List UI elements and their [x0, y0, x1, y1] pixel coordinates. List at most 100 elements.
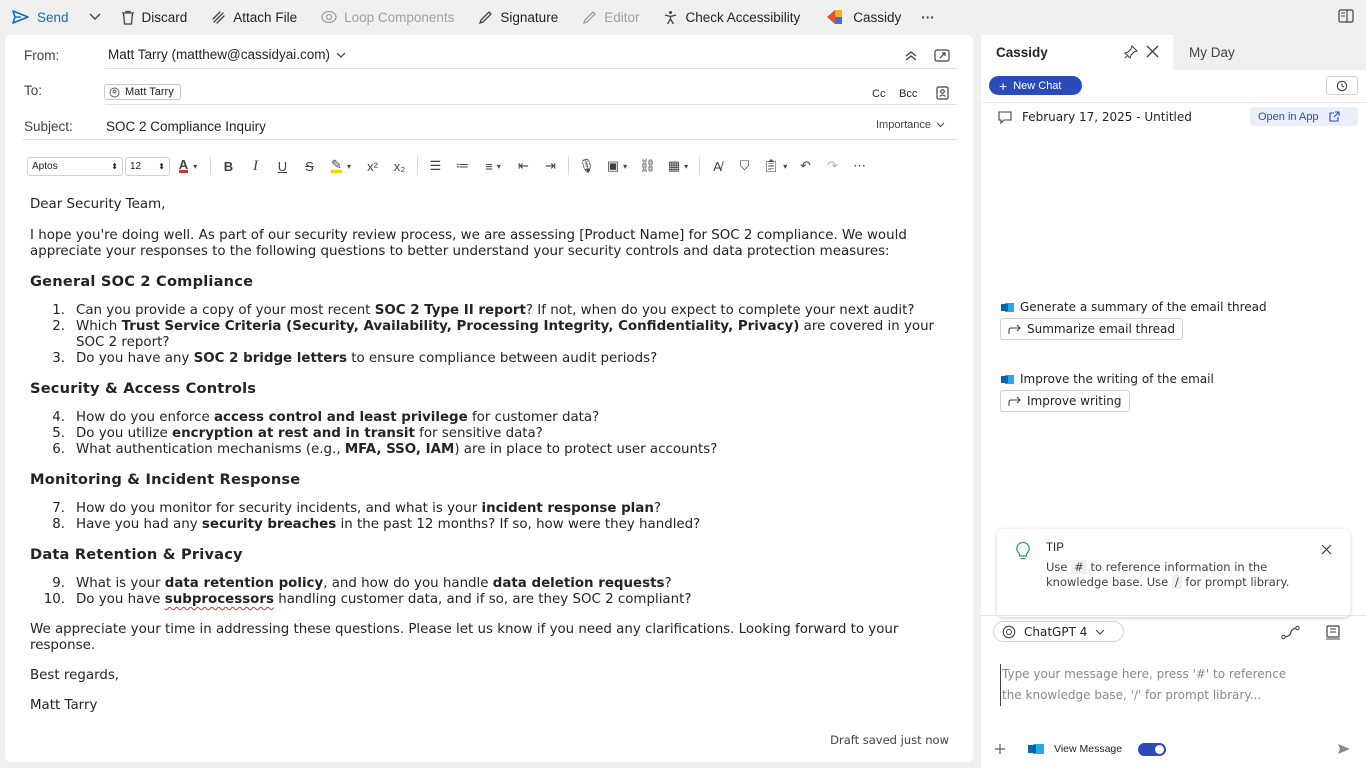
bold-icon[interactable]: B — [215, 155, 242, 177]
bullet-list-icon[interactable]: ☰ — [422, 155, 449, 177]
prompt-label: Improve the writing of the email — [1020, 372, 1214, 386]
tip-text: Use # to reference information in the kn… — [1046, 560, 1306, 590]
superscript-icon[interactable]: x² — [359, 155, 386, 177]
sign-off: Best regards, — [30, 668, 120, 683]
check-accessibility-button[interactable]: Check Accessibility — [651, 0, 812, 34]
subscript-icon[interactable]: x₂ — [386, 155, 413, 177]
text: ? — [664, 576, 672, 591]
close-icon[interactable] — [1146, 45, 1159, 61]
cassidy-button[interactable]: Cassidy — [812, 0, 913, 34]
insert-picture-icon[interactable]: ▣ ▾ — [600, 155, 634, 177]
decrease-indent-icon[interactable]: ⇤ — [510, 155, 537, 177]
tab-cassidy[interactable]: Cassidy — [981, 35, 1173, 70]
send-label: Send — [37, 9, 69, 25]
outlook-icon — [1028, 744, 1044, 754]
section-heading: General SOC 2 Compliance — [30, 273, 254, 290]
divider — [210, 157, 211, 175]
italic-icon[interactable]: I — [242, 155, 269, 177]
section-heading: Security & Access Controls — [30, 380, 257, 397]
font-size-select[interactable]: 12 ⬍ — [125, 156, 170, 176]
tab-cassidy-label: Cassidy — [996, 45, 1048, 60]
subject-input[interactable]: SOC 2 Compliance Inquiry — [106, 119, 266, 134]
collapse-header-icon[interactable] — [904, 49, 918, 67]
signature-button[interactable]: Signature — [466, 0, 570, 34]
send-message-icon[interactable] — [1337, 743, 1351, 755]
item-number: 10. — [43, 592, 65, 607]
strikethrough-icon[interactable]: S — [296, 155, 323, 177]
more-format-icon[interactable]: ⋯ — [846, 155, 873, 177]
tip-hash-key: # — [1071, 560, 1087, 574]
increase-indent-icon[interactable]: ⇥ — [537, 155, 564, 177]
importance-label: Importance — [876, 119, 932, 131]
editor-button[interactable]: Editor — [570, 0, 651, 34]
chat-title[interactable]: February 17, 2025 - Untitled — [997, 110, 1192, 124]
format-painter-icon[interactable]: ⛉ — [731, 155, 758, 177]
workflow-icon[interactable] — [1281, 625, 1300, 640]
discard-button[interactable]: Discard — [109, 0, 200, 34]
underline-icon[interactable]: U — [269, 155, 296, 177]
cc-button[interactable]: Cc — [872, 88, 885, 100]
plus-icon: + — [999, 77, 1008, 94]
font-color-icon[interactable]: A ▾ — [170, 155, 206, 177]
editor-pen-icon — [583, 10, 597, 24]
send-options-chevron-icon[interactable] — [81, 0, 109, 34]
text: in the past 12 months? If so, how were t… — [336, 517, 701, 532]
intro-paragraph: I hope you're doing well. As part of our… — [30, 228, 907, 259]
font-family-select[interactable]: Aptos ⬍ — [27, 156, 123, 176]
undo-icon[interactable]: ↶ — [792, 155, 819, 177]
redo-icon[interactable]: ↷ — [819, 155, 846, 177]
contact-icon — [109, 87, 120, 97]
improve-writing-button[interactable]: Improve writing — [1000, 390, 1130, 412]
to-field[interactable]: Matt Tarry — [104, 84, 181, 103]
pop-out-icon[interactable] — [934, 48, 950, 67]
list-item: 4. How do you enforce access control and … — [30, 410, 960, 426]
loop-components-button[interactable]: Loop Components — [309, 0, 466, 34]
divider — [981, 102, 1366, 103]
close-tip-icon[interactable] — [1321, 544, 1332, 555]
paste-icon[interactable]: 📋︎ ▾ — [758, 155, 792, 177]
model-selector[interactable]: ChatGPT 4 — [993, 621, 1124, 642]
greeting: Dear Security Team, — [30, 197, 166, 212]
recipient-chip[interactable]: Matt Tarry — [104, 84, 181, 100]
dictate-icon[interactable]: 🎙︎ — [573, 155, 600, 177]
summarize-thread-button[interactable]: Summarize email thread — [1000, 318, 1183, 340]
attach-file-button[interactable]: Attach File — [199, 0, 309, 34]
send-icon — [12, 10, 29, 24]
align-icon[interactable]: ≡ ▾ — [476, 155, 510, 177]
loop-icon — [321, 10, 337, 24]
new-chat-button[interactable]: + New Chat — [989, 76, 1082, 95]
divider — [105, 104, 957, 105]
importance-dropdown[interactable]: Importance — [876, 119, 945, 131]
pin-icon[interactable] — [1123, 44, 1139, 62]
divider — [105, 68, 957, 69]
view-message-toggle[interactable] — [1138, 743, 1166, 756]
open-in-app-button[interactable]: Open in App — [1250, 107, 1358, 126]
text-bold: security breaches — [201, 517, 337, 532]
bcc-button[interactable]: Bcc — [899, 88, 917, 100]
list-item: 10. Do you have subprocessors handling cu… — [30, 592, 960, 608]
numbered-list-icon[interactable]: ≔ — [449, 155, 476, 177]
question-list: 9. What is your data retention policy, an… — [30, 576, 960, 608]
table-icon[interactable]: ▦ ▾ — [661, 155, 695, 177]
list-item: 6. What authentication mechanisms (e.g., … — [30, 442, 960, 458]
message-input[interactable]: Type your message here, press '#' to ref… — [1000, 664, 1305, 706]
view-toggle-icon[interactable] — [1338, 9, 1354, 26]
address-book-icon[interactable] — [936, 86, 949, 105]
text: Have you had any — [76, 517, 202, 532]
clear-format-icon[interactable]: A̸ — [704, 155, 731, 177]
from-selector[interactable]: Matt Tarry (matthew@cassidyai.com) — [108, 47, 346, 62]
from-label: From: — [24, 48, 60, 63]
tab-my-day[interactable]: My Day — [1173, 35, 1235, 70]
notebook-icon[interactable] — [1325, 625, 1341, 640]
model-label: ChatGPT 4 — [1024, 624, 1088, 639]
text: Can you provide a copy of your most rece… — [76, 303, 375, 318]
highlight-icon[interactable]: ✎ ▾ — [323, 155, 359, 177]
link-icon[interactable]: ⛓︎ — [634, 155, 661, 177]
more-options-icon[interactable]: ··· — [913, 0, 943, 34]
add-icon[interactable] — [994, 743, 1006, 755]
lightbulb-icon — [1016, 541, 1030, 560]
send-button[interactable]: Send — [0, 0, 81, 34]
message-body[interactable]: Dear Security Team, I hope you're doing … — [30, 193, 960, 714]
subject-label: Subject: — [24, 119, 73, 134]
history-icon[interactable] — [1326, 76, 1358, 95]
